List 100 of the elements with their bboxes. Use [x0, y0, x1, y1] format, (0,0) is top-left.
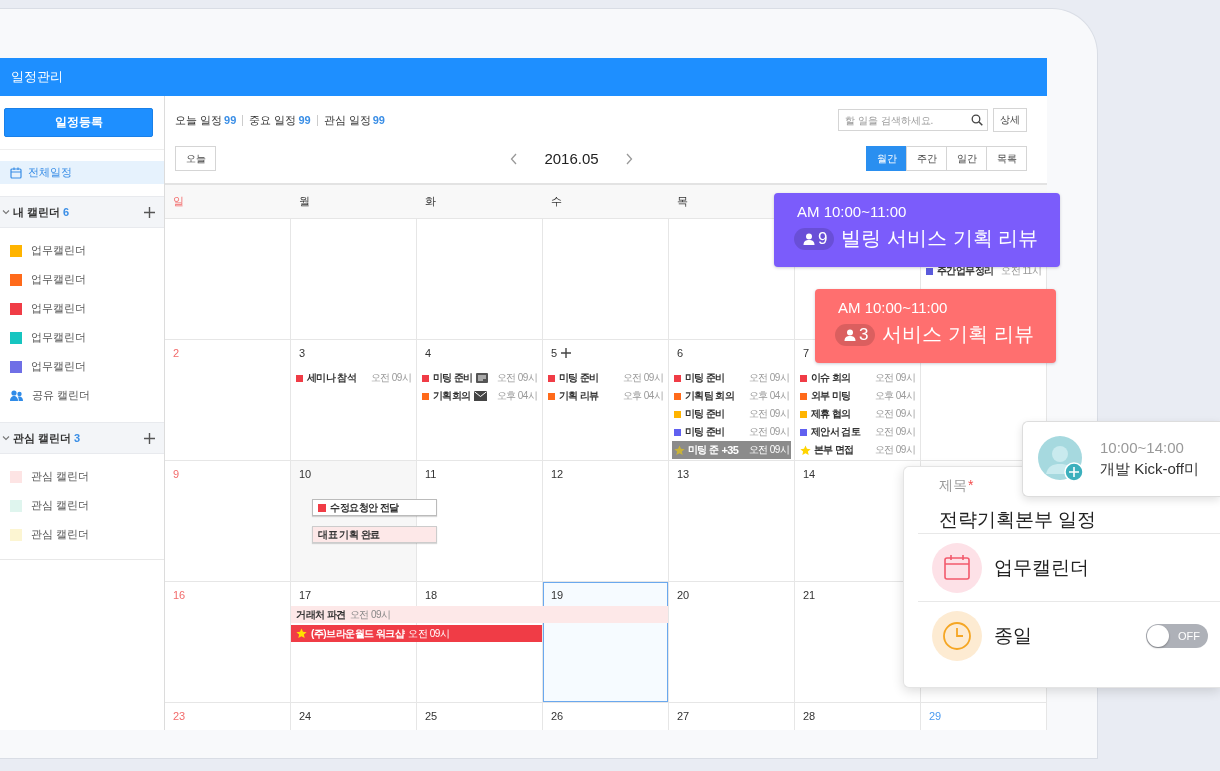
date-number: 29	[929, 710, 942, 722]
day-cell[interactable]: 5 미팅 준비 오전 09시 기획 리뷰 오후 04시	[543, 340, 669, 460]
field-label: 제목	[939, 477, 967, 495]
date-number: 16	[173, 589, 186, 601]
today-button[interactable]: 오늘	[175, 146, 216, 171]
summary-label: 관심 일정	[323, 114, 371, 126]
event-item[interactable]: 미팅 준비 오전 09시	[420, 369, 539, 387]
event-item[interactable]: 미팅 준비 오전 09시	[546, 369, 665, 387]
date-number: 17	[299, 589, 312, 601]
attendee-badge: 9	[794, 227, 835, 250]
plus-icon[interactable]	[144, 432, 155, 444]
app-title: 일정관리	[11, 68, 63, 86]
chevron-icon[interactable]	[2, 208, 10, 216]
person-icon	[803, 232, 815, 245]
detail-button[interactable]: 상세	[993, 108, 1027, 132]
month-label: 2016.05	[544, 150, 599, 167]
event-card[interactable]: 대표 기획 완료	[312, 526, 437, 543]
plus-icon[interactable]	[561, 348, 572, 358]
date-number: 11	[425, 468, 437, 480]
event-card[interactable]: 수정요청안 전달	[312, 499, 437, 516]
day-cell[interactable]: 24	[291, 703, 417, 730]
date-number: 6	[677, 347, 684, 359]
event-item[interactable]: 외부 미팅 오후 04시	[798, 387, 917, 405]
section-title: 내 캘린더	[13, 204, 61, 220]
event-item[interactable]: 제휴 협의 오전 09시	[798, 405, 917, 423]
calendar-item[interactable]: 업무캘린더	[0, 352, 164, 381]
event-item[interactable]: 세미나 참석 오전 09시	[294, 369, 413, 387]
date-number: 18	[425, 589, 438, 601]
date-number: 27	[677, 710, 690, 722]
day-cell[interactable]: 26	[543, 703, 669, 730]
people-icon	[10, 389, 23, 402]
day-cell[interactable]: 3 세미나 참석 오전 09시	[291, 340, 417, 460]
date-number: 20	[677, 589, 690, 601]
date-number: 5	[551, 347, 558, 359]
date-number: 2	[173, 347, 180, 359]
day-cell[interactable]: 6 미팅 준비 오전 09시 기획팀 회의 오후 04시 미팅 준비 오전 09시 미팅 준비 오전 09시 미팅 준 +35 오전 09시	[669, 340, 795, 460]
date-number: 13	[677, 468, 690, 480]
next-icon[interactable]	[624, 152, 633, 165]
person-icon	[844, 328, 856, 341]
day-cell[interactable]: 20	[669, 582, 795, 702]
date-number: 7	[803, 347, 810, 359]
event-title: 빌링 서비스 기획 리뷰	[841, 226, 1039, 251]
date-number: 14	[803, 468, 816, 480]
calendar-item[interactable]: 공유 캘린더	[0, 381, 164, 410]
date-number: 3	[299, 347, 306, 359]
event-item[interactable]: 기획팀 회의 오후 04시	[672, 387, 791, 405]
star-icon	[674, 444, 685, 456]
view-tab[interactable]: 목록	[986, 146, 1027, 171]
previous-icon[interactable]	[510, 152, 519, 165]
day-cell[interactable]: 4 미팅 준비 오전 09시 기획회의 오후 04시	[417, 340, 543, 460]
event-item[interactable]: 기획회의 오후 04시	[420, 387, 539, 405]
event-item[interactable]: 미팅 준비 오전 09시	[672, 423, 791, 441]
event-item[interactable]: 미팅 준비 오전 09시	[672, 369, 791, 387]
event-popup[interactable]: AM 10:00~11:00 3 서비스 기획 리뷰	[815, 289, 1056, 363]
weekday-label: 화	[424, 194, 437, 209]
chevron-icon[interactable]	[2, 434, 10, 442]
date-number: 24	[299, 710, 312, 722]
day-cell[interactable]: 27	[669, 703, 795, 730]
day-cell[interactable]: 25	[417, 703, 543, 730]
field-label: 업무캘린더	[994, 555, 1089, 580]
event-bar[interactable]: (주)브라운월드 워크샵 오전 09시	[291, 625, 542, 642]
event-item[interactable]: 기획 리뷰 오후 04시	[546, 387, 665, 405]
section-count: 6	[63, 206, 70, 218]
calendar-item[interactable]: 관심 캘린더	[0, 520, 164, 549]
summary-count: 99	[224, 114, 237, 126]
day-cell[interactable]: 28	[795, 703, 921, 730]
calendar-item[interactable]: 업무캘린더	[0, 294, 164, 323]
summary-label: 중요 일정	[249, 114, 297, 126]
calendar-item[interactable]: 업무캘린더	[0, 323, 164, 352]
calendar-item[interactable]: 관심 캘린더	[0, 491, 164, 520]
calendar-icon	[10, 166, 22, 179]
event-item[interactable]: 미팅 준비 오전 09시	[672, 405, 791, 423]
clock-icon	[942, 620, 972, 651]
date-number: 23	[173, 710, 186, 722]
plus-icon[interactable]	[144, 206, 155, 218]
view-tab[interactable]: 일간	[946, 146, 987, 171]
event-bar[interactable]: 거래처 파견 오전 09시	[291, 606, 668, 623]
calendar-item[interactable]: 업무캘린더	[0, 265, 164, 294]
mail-icon	[473, 391, 487, 401]
section-header[interactable]: 내 캘린더 6	[0, 196, 164, 228]
event-item[interactable]: 제안서 검토 오전 09시	[798, 423, 917, 441]
notification-toast[interactable]: 10:00~14:00 개발 Kick-off미	[1022, 421, 1220, 497]
event-item[interactable]: 본부 면접 오전 09시	[798, 441, 917, 459]
weekday-label: 수	[550, 194, 563, 209]
day-cell[interactable]: 13	[669, 461, 795, 581]
day-cell[interactable]: 12	[543, 461, 669, 581]
calendar-item[interactable]: 관심 캘린더	[0, 462, 164, 491]
calendar-item[interactable]: 업무캘린더	[0, 236, 164, 265]
search-field[interactable]: 할 일을 검색하세요.	[838, 109, 988, 131]
search-icon[interactable]	[971, 114, 983, 126]
date-number: 9	[173, 468, 180, 480]
event-popup[interactable]: AM 10:00~11:00 9 빌링 서비스 기획 리뷰	[774, 193, 1061, 267]
required-mark: *	[968, 477, 974, 495]
view-tab[interactable]: 주간	[906, 146, 947, 171]
avatar-icon	[1038, 436, 1084, 482]
section-header[interactable]: 관심 캘린더 3	[0, 422, 164, 454]
summary-count: 99	[298, 114, 311, 126]
date-number: 26	[551, 710, 564, 722]
event-item[interactable]: 이슈 회의 오전 09시	[798, 369, 917, 387]
date-number: 12	[551, 468, 564, 480]
